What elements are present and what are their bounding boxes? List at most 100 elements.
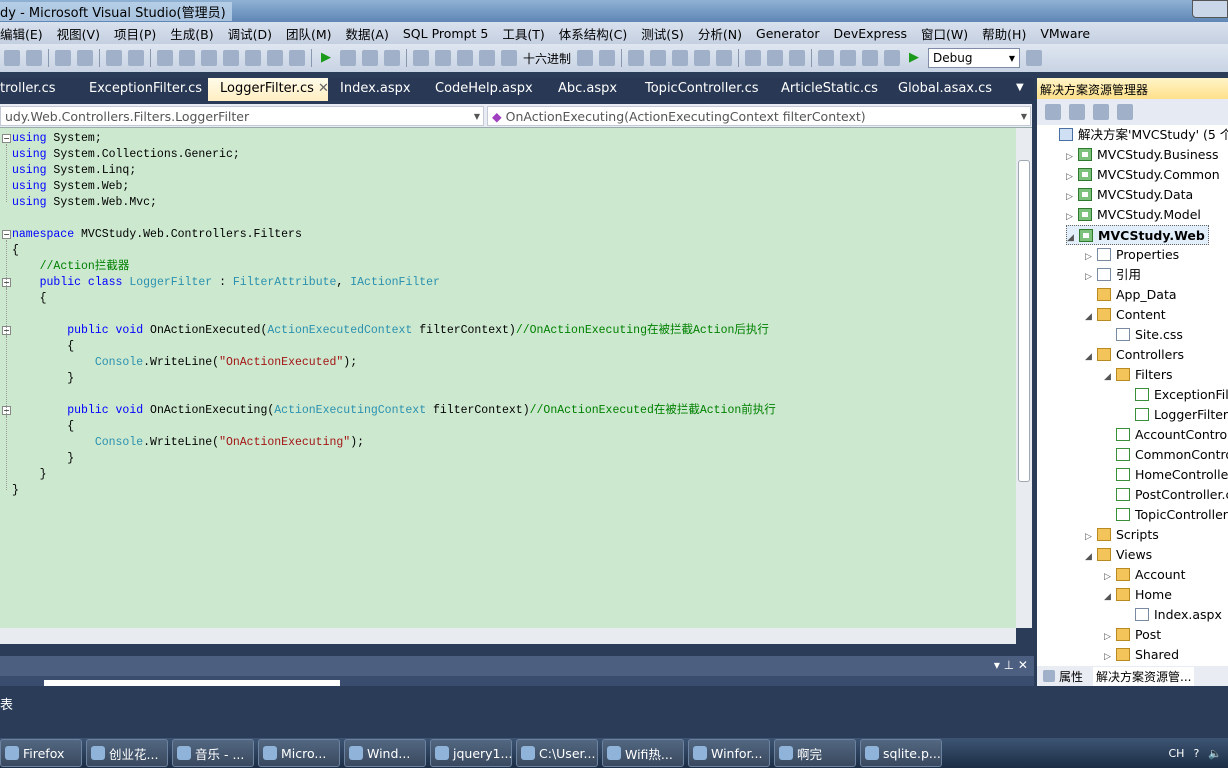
expand-arrow-icon[interactable]: ◢ [1104,587,1116,607]
volume-icon[interactable]: 🔈 [1208,747,1222,760]
tree-item[interactable]: 解决方案'MVCStudy' (5 个项 [1047,125,1228,145]
expand-arrow-icon[interactable]: ▷ [1066,207,1078,227]
tab-codehelp-aspx[interactable]: CodeHelp.aspx [423,78,546,101]
tree-item[interactable]: ▷ MVCStudy.Business [1066,145,1218,165]
expand-arrow-icon[interactable]: ◢ [1085,547,1097,567]
horizontal-scrollbar[interactable] [0,628,1016,644]
tab-abc-aspx[interactable]: Abc.aspx [546,78,633,101]
tree-item[interactable]: ◢ Views [1085,545,1152,565]
menu-item[interactable]: 工具(T) [495,24,551,43]
show-all-files-icon[interactable] [1069,104,1085,120]
open-folder-icon[interactable] [672,50,689,66]
tree-item[interactable]: ▷ 引用 [1085,265,1141,285]
menu-item[interactable]: 数据(A) [339,24,396,43]
class-diagram-icon[interactable] [1117,104,1133,120]
add-item-icon[interactable] [650,50,667,66]
navigate-back-icon[interactable] [862,50,879,66]
close-tab-icon[interactable]: ✕ [314,81,329,96]
help-icon[interactable]: ? [1193,747,1199,760]
restart-icon[interactable] [384,50,400,66]
solution-config-select[interactable]: Debug ▼ [928,48,1021,68]
tree-item[interactable]: AccountController [1104,425,1228,445]
bookmark-icon[interactable] [289,50,305,66]
menu-item[interactable]: 窗口(W) [914,24,975,43]
tab-solution-explorer[interactable]: 解决方案资源管... [1093,666,1195,686]
tree-item[interactable]: Index.aspx [1123,605,1222,625]
cut-icon[interactable] [745,50,762,66]
bookmark-icon[interactable] [157,50,173,66]
hex-button[interactable]: 十六进制 [523,50,571,67]
taskbar-button[interactable]: 音乐 - ... [172,739,254,767]
collapse-icon[interactable]: − [2,230,11,239]
tree-item[interactable]: PostController.cs [1104,485,1228,505]
taskbar-button[interactable]: Winfor... [688,739,770,767]
stop-icon[interactable] [362,50,378,66]
taskbar-button[interactable]: C:\User... [516,739,598,767]
expand-arrow-icon[interactable]: ▷ [1085,527,1097,547]
tree-item[interactable]: ▷ Account [1104,565,1185,585]
solution-explorer-icon[interactable] [1026,50,1043,66]
menu-item[interactable]: 测试(S) [634,24,691,43]
save-all-icon[interactable] [716,50,733,66]
save-icon[interactable] [694,50,711,66]
menu-item[interactable]: 帮助(H) [975,24,1033,43]
taskbar-button[interactable]: Micro... [258,739,340,767]
menu-item[interactable]: 分析(N) [691,24,749,43]
find-icon[interactable] [501,50,517,66]
menu-item[interactable]: Generator [749,26,826,41]
expand-arrow-icon[interactable]: ◢ [1067,228,1079,248]
menu-item[interactable]: 生成(B) [163,24,220,43]
expand-arrow-icon[interactable]: ▷ [1066,167,1078,187]
menu-item[interactable]: 项目(P) [107,24,163,43]
tree-item[interactable]: ▷ Shared [1104,645,1179,665]
pause-icon[interactable] [340,50,356,66]
navigate-forward-icon[interactable] [884,50,901,66]
expand-arrow-icon[interactable]: ▷ [1066,187,1078,207]
start-debug-icon[interactable]: ▶ [906,50,922,66]
menu-item[interactable]: DevExpress [827,26,915,41]
paste-icon[interactable] [789,50,806,66]
tree-item[interactable]: LoggerFilter.cs [1123,405,1228,425]
tree-item[interactable]: ▷ MVCStudy.Model [1066,205,1201,225]
tree-item[interactable]: ▷ Scripts [1085,525,1159,545]
tree-item[interactable]: ◢ Filters [1104,365,1172,385]
comment-icon[interactable] [106,50,122,66]
minimize-button[interactable] [1192,0,1228,18]
tree-item[interactable]: ExceptionFilter [1123,385,1228,405]
taskbar-button[interactable]: sqlite.p... [860,739,942,767]
menu-item[interactable]: VMware [1033,26,1097,41]
indent-icon[interactable] [55,50,71,66]
step-out-icon[interactable] [479,50,495,66]
tree-item[interactable]: App_Data [1085,285,1177,305]
tree-item[interactable]: TopicController.cs [1104,505,1228,525]
toolbar-icon[interactable] [26,50,42,66]
tab-troller-cs[interactable]: troller.cs [0,78,77,101]
collapse-icon[interactable]: − [2,134,11,143]
undo-icon[interactable] [818,50,835,66]
menu-item[interactable]: 团队(M) [279,24,339,43]
new-project-icon[interactable] [628,50,645,66]
taskbar-button[interactable]: Wifi热... [602,739,684,767]
tree-item[interactable]: ▷ MVCStudy.Data [1066,185,1193,205]
taskbar-button[interactable]: 啊完 [774,739,856,767]
step-into-icon[interactable] [435,50,451,66]
expand-arrow-icon[interactable]: ◢ [1104,367,1116,387]
properties-icon[interactable] [1045,104,1061,120]
expand-arrow-icon[interactable]: ▷ [1104,647,1116,667]
taskbar-button[interactable]: Firefox [0,739,82,767]
menu-item[interactable]: SQL Prompt 5 [396,26,495,41]
expand-arrow-icon[interactable]: ◢ [1085,347,1097,367]
type-dropdown[interactable]: udy.Web.Controllers.Filters.LoggerFilter… [0,106,484,126]
scrollbar-thumb[interactable] [1018,160,1030,482]
tree-item[interactable]: ◢ MVCStudy.Web [1066,225,1209,245]
step-icon[interactable] [413,50,429,66]
expand-arrow-icon[interactable]: ▷ [1104,627,1116,647]
bookmark-icon[interactable] [267,50,283,66]
menu-item[interactable]: 调试(D) [221,24,279,43]
taskbar-button[interactable]: jquery1... [430,739,512,767]
tab-loggerfilter-cs[interactable]: LoggerFilter.cs ✕ [208,78,329,101]
bookmark-icon[interactable] [223,50,239,66]
tab-global-asax-cs[interactable]: Global.asax.cs [886,78,1006,101]
close-icon[interactable]: ▾ ⊥ ✕ [994,658,1028,672]
ime-indicator[interactable]: CH [1169,747,1185,760]
